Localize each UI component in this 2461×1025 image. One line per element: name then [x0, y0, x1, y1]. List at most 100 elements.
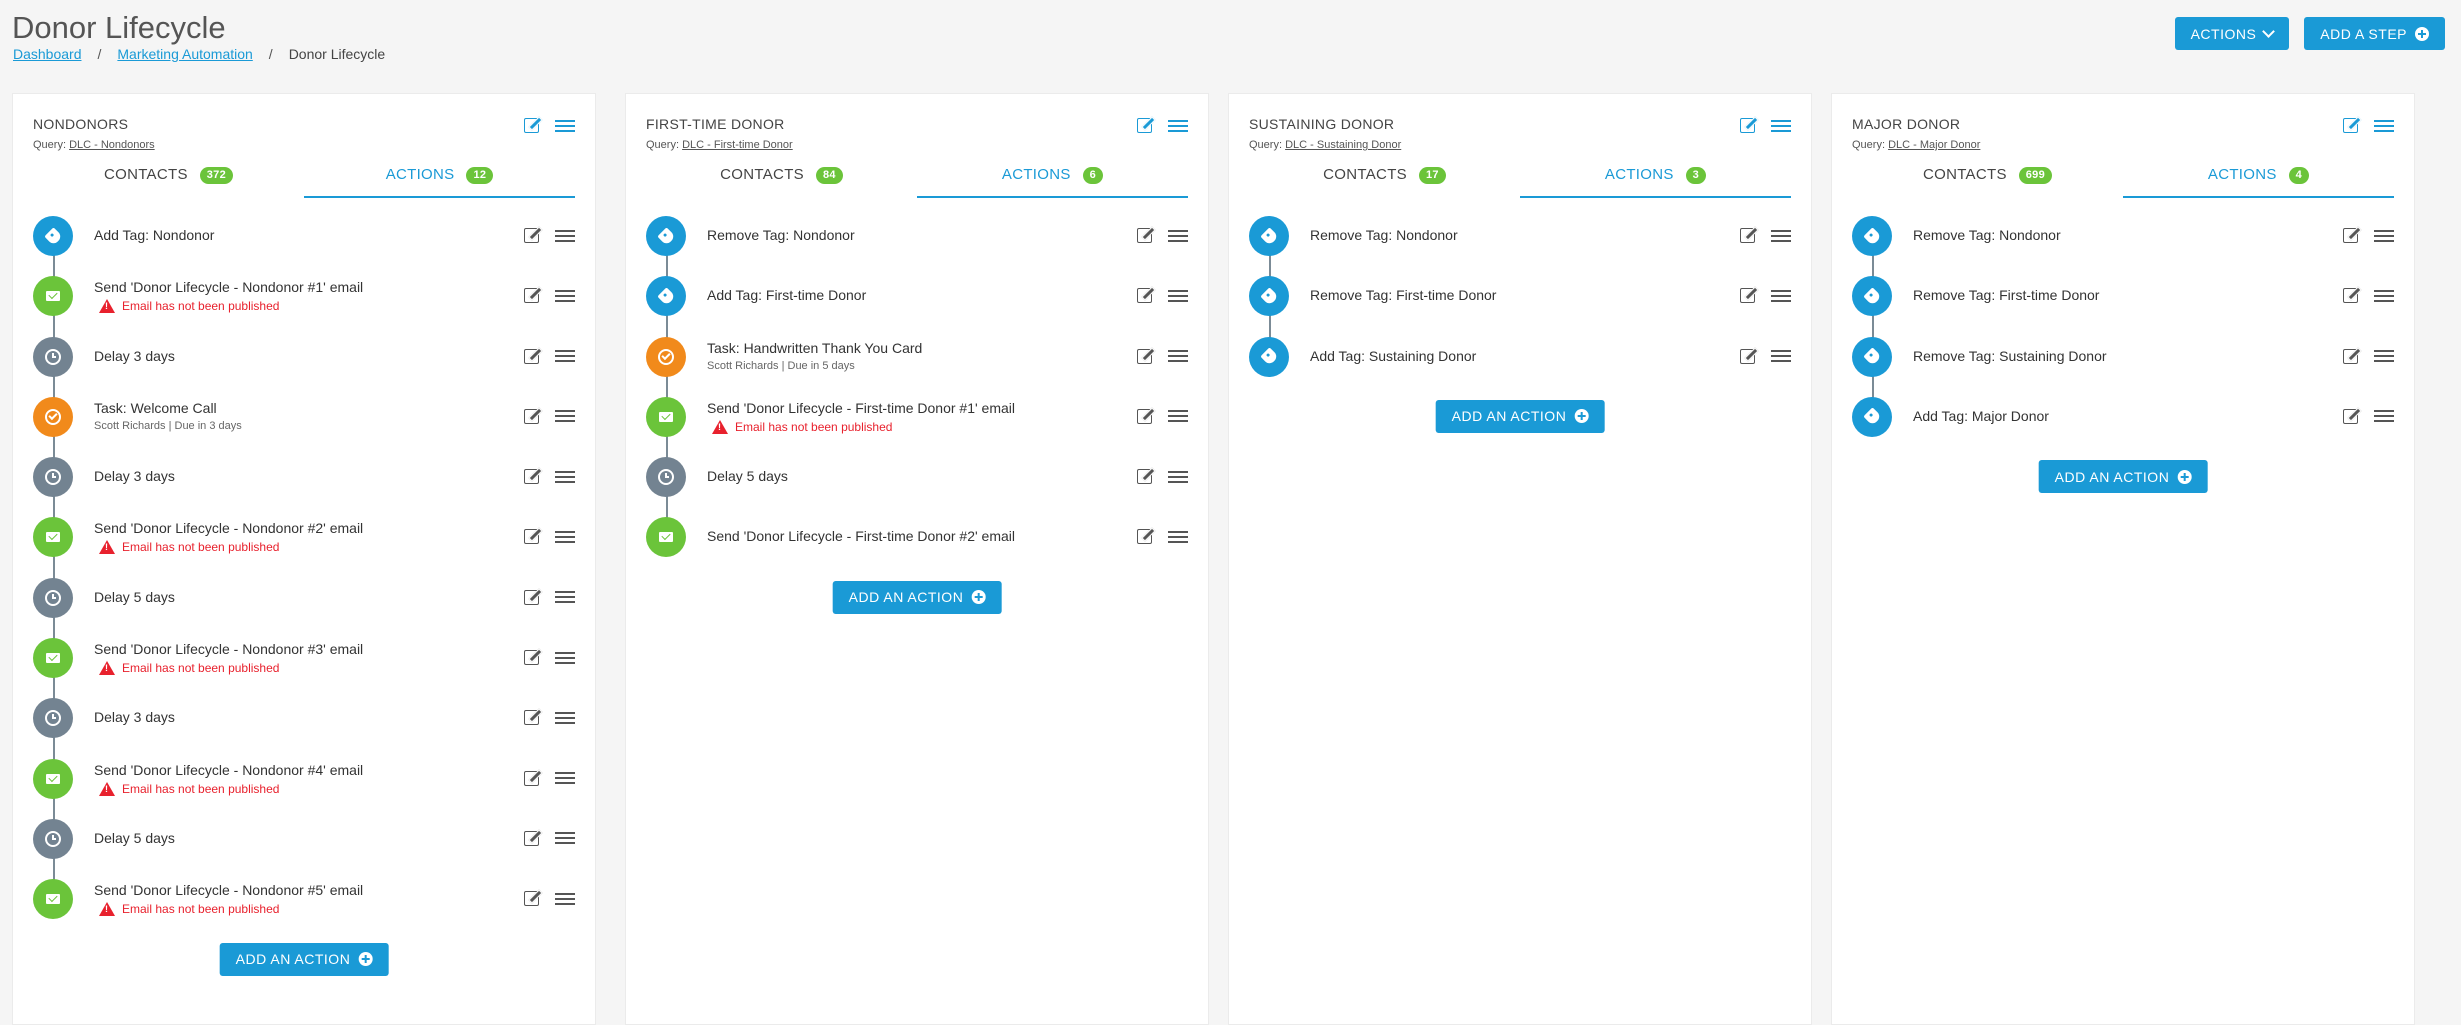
query-link[interactable]: DLC - First-time Donor: [682, 139, 793, 151]
add-action-button[interactable]: ADD AN ACTION: [1435, 399, 1605, 433]
drag-handle-icon[interactable]: [555, 119, 575, 132]
tab-contacts[interactable]: CONTACTS 699: [1852, 166, 2123, 198]
edit-column-icon[interactable]: [524, 118, 539, 133]
edit-action-icon[interactable]: [524, 469, 539, 485]
column-query: Query: DLC - Sustaining Donor: [1249, 139, 1401, 151]
tab-contacts[interactable]: CONTACTS 84: [646, 166, 917, 198]
edit-action-icon[interactable]: [1740, 228, 1755, 243]
action-item: Remove Tag: Nondonor: [1249, 216, 1791, 296]
action-item: Send 'Donor Lifecycle - First-time Donor…: [646, 517, 1188, 577]
drag-handle-icon[interactable]: [2374, 350, 2394, 363]
edit-action-icon[interactable]: [524, 770, 539, 786]
action-type-badge: [1852, 396, 1892, 437]
edit-action-icon[interactable]: [524, 288, 539, 304]
contacts-count-badge: 84: [815, 167, 843, 184]
edit-action-icon[interactable]: [1137, 469, 1152, 485]
add-action-button[interactable]: ADD AN ACTION: [219, 942, 389, 976]
breadcrumb-dashboard[interactable]: Dashboard: [13, 46, 82, 62]
action-item: Task: Handwritten Thank You Card Scott Ri…: [646, 336, 1188, 417]
action-content: Add Tag: Sustaining Donor: [1310, 348, 1476, 364]
drag-handle-icon[interactable]: [555, 651, 575, 664]
add-action-button[interactable]: ADD AN ACTION: [2038, 460, 2208, 494]
action-text: Remove Tag: Sustaining Donor: [1913, 347, 2107, 364]
drag-handle-icon[interactable]: [1168, 229, 1188, 242]
tab-contacts-label: CONTACTS: [1323, 166, 1407, 183]
edit-action-icon[interactable]: [1137, 348, 1152, 364]
add-action-button[interactable]: ADD AN ACTION: [832, 580, 1002, 614]
query-link[interactable]: DLC - Sustaining Donor: [1285, 139, 1401, 151]
drag-handle-icon[interactable]: [555, 772, 575, 785]
action-subtext: Scott Richards | Due in 3 days: [94, 419, 242, 432]
edit-column-icon[interactable]: [1740, 118, 1755, 133]
query-link[interactable]: DLC - Nondonors: [69, 139, 155, 151]
drag-handle-icon[interactable]: [1771, 229, 1791, 242]
drag-handle-icon[interactable]: [555, 289, 575, 302]
drag-handle-icon[interactable]: [1771, 350, 1791, 363]
drag-handle-icon[interactable]: [2374, 119, 2394, 132]
breadcrumb-marketing-automation[interactable]: Marketing Automation: [117, 46, 252, 62]
edit-action-icon[interactable]: [1137, 288, 1152, 304]
action-content: Task: Handwritten Thank You Card Scott Ri…: [707, 340, 922, 372]
edit-action-icon[interactable]: [524, 529, 539, 545]
add-step-button[interactable]: ADD A STEP: [2304, 17, 2445, 50]
tag-icon: [1862, 347, 1882, 366]
edit-action-icon[interactable]: [2343, 288, 2358, 304]
warning-text: Email has not been published: [122, 781, 280, 796]
drag-handle-icon[interactable]: [2374, 229, 2394, 242]
edit-action-icon[interactable]: [1137, 228, 1152, 243]
drag-handle-icon[interactable]: [555, 229, 575, 242]
edit-action-icon[interactable]: [524, 650, 539, 666]
drag-handle-icon[interactable]: [2374, 410, 2394, 423]
drag-handle-icon[interactable]: [555, 530, 575, 543]
edit-action-icon[interactable]: [1137, 529, 1152, 545]
drag-handle-icon[interactable]: [555, 591, 575, 604]
edit-action-icon[interactable]: [524, 891, 539, 907]
drag-handle-icon[interactable]: [555, 470, 575, 483]
edit-action-icon[interactable]: [1740, 348, 1755, 364]
drag-handle-icon[interactable]: [1168, 470, 1188, 483]
drag-handle-icon[interactable]: [1771, 289, 1791, 302]
breadcrumb: Dashboard / Marketing Automation / Donor…: [13, 46, 385, 62]
tab-contacts[interactable]: CONTACTS 17: [1249, 166, 1520, 198]
tab-contacts[interactable]: CONTACTS 372: [33, 166, 304, 198]
drag-handle-icon[interactable]: [555, 892, 575, 905]
edit-column-icon[interactable]: [2343, 118, 2358, 133]
edit-column-icon[interactable]: [1137, 118, 1152, 133]
action-text: Remove Tag: Nondonor: [1913, 227, 2061, 243]
edit-action-icon[interactable]: [524, 408, 539, 424]
drag-handle-icon[interactable]: [555, 711, 575, 724]
drag-handle-icon[interactable]: [1771, 119, 1791, 132]
clock-icon: [45, 830, 61, 847]
drag-handle-icon[interactable]: [1168, 289, 1188, 302]
edit-action-icon[interactable]: [524, 830, 539, 846]
edit-action-icon[interactable]: [2343, 228, 2358, 243]
query-link[interactable]: DLC - Major Donor: [1888, 139, 1980, 151]
drag-handle-icon[interactable]: [2374, 289, 2394, 302]
drag-handle-icon[interactable]: [1168, 410, 1188, 423]
breadcrumb-separator: /: [97, 46, 102, 62]
drag-handle-icon[interactable]: [1168, 350, 1188, 363]
edit-action-icon[interactable]: [524, 348, 539, 364]
drag-handle-icon[interactable]: [555, 832, 575, 845]
drag-handle-icon[interactable]: [1168, 530, 1188, 543]
drag-handle-icon[interactable]: [555, 410, 575, 423]
edit-action-icon[interactable]: [1740, 288, 1755, 304]
drag-handle-icon[interactable]: [555, 350, 575, 363]
edit-action-icon[interactable]: [524, 228, 539, 243]
tab-contacts-label: CONTACTS: [103, 166, 188, 183]
actions-dropdown-button[interactable]: ACTIONS: [2174, 17, 2290, 50]
edit-action-icon[interactable]: [2343, 408, 2358, 424]
tab-actions[interactable]: ACTIONS 12: [304, 166, 575, 198]
edit-action-icon[interactable]: [524, 710, 539, 726]
column-title: FIRST-TIME DONOR: [646, 116, 785, 132]
tab-actions[interactable]: ACTIONS 6: [917, 166, 1188, 198]
tab-actions[interactable]: ACTIONS 4: [2123, 166, 2394, 198]
edit-action-icon[interactable]: [2343, 348, 2358, 364]
drag-handle-icon[interactable]: [1168, 119, 1188, 132]
edit-action-icon[interactable]: [1137, 408, 1152, 424]
edit-action-icon[interactable]: [524, 589, 539, 605]
tab-actions[interactable]: ACTIONS 3: [1520, 166, 1791, 198]
action-type-badge: [33, 336, 73, 377]
clock-icon: [45, 348, 61, 365]
tab-actions-label: ACTIONS: [1604, 166, 1674, 183]
